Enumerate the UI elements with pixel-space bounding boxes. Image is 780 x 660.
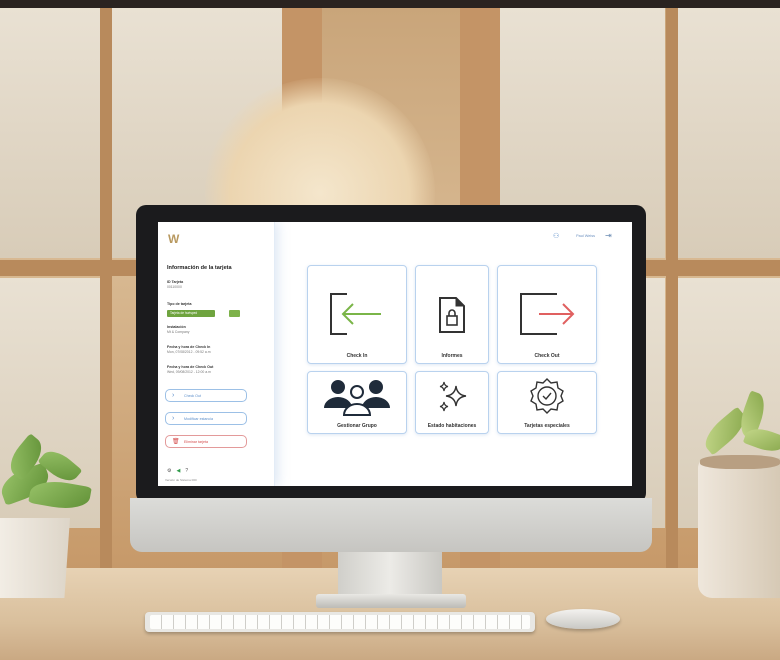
checkin-icon	[330, 293, 381, 335]
monitor-chin	[130, 498, 652, 552]
plant-pot-rim	[700, 455, 780, 469]
button-label: Modificar estancia	[184, 417, 213, 421]
monitor-foot	[316, 594, 466, 608]
flag-icon[interactable]: ◀	[176, 468, 180, 474]
checkout-icon	[520, 293, 575, 335]
chevron-right-icon: ›	[172, 415, 175, 422]
system-version: Versión de Sistema 000	[165, 478, 197, 482]
mouse	[546, 609, 620, 629]
button-label: Eliminar tarjeta	[184, 440, 208, 444]
trash-icon: 🗑	[172, 439, 180, 445]
card-icon	[229, 310, 240, 317]
user-icon[interactable]: ⚇	[553, 232, 559, 240]
tile-label: Check Out	[534, 353, 560, 359]
card-type-label: Tipo de tarjeta	[167, 302, 192, 306]
tile-label: Tarjetas especiales	[524, 423, 570, 429]
checkin-datetime-value: Mon, 07/08/2012 - 09:52 a.m	[167, 350, 211, 354]
checkin-datetime-label: Fecha y hora de Check In	[167, 345, 211, 349]
keyboard	[145, 612, 535, 632]
app-screen: W Información de la tarjeta ID Tarjeta 0…	[158, 222, 632, 486]
reports-tile[interactable]: Informes	[415, 265, 489, 364]
room-status-tile[interactable]: Estado habitaciones	[415, 371, 489, 434]
sparkles-icon	[439, 381, 467, 412]
checkout-tile[interactable]: Check Out	[497, 265, 597, 364]
manage-group-tile[interactable]: Gestionar Grupo	[307, 371, 407, 434]
installation-value: Mt & Company	[167, 330, 190, 334]
card-id-value: 00110000	[167, 285, 182, 289]
checkin-tile[interactable]: Check In	[307, 265, 407, 364]
plant-pot-left	[0, 518, 70, 598]
sidebar-checkout-button[interactable]: › Check Out	[165, 389, 247, 402]
tile-label: Informes	[441, 353, 463, 359]
tile-label: Gestionar Grupo	[337, 423, 377, 429]
special-cards-tile[interactable]: Tarjetas especiales	[497, 371, 597, 434]
app-logo[interactable]: W	[168, 232, 179, 246]
chevron-right-icon: ›	[172, 392, 175, 399]
installation-label: Instalación	[167, 325, 186, 329]
tile-label: Estado habitaciones	[427, 423, 477, 429]
card-id-label: ID Tarjeta	[167, 280, 184, 284]
card-type-badge: Tarjeta de huésped	[167, 310, 215, 317]
window-beam	[666, 8, 678, 568]
settings-icon[interactable]: ⚙	[167, 468, 171, 474]
window-pane	[0, 8, 100, 258]
card-info-sidebar: W Información de la tarjeta ID Tarjeta 0…	[158, 222, 275, 486]
checkout-datetime-label: Fecha y hora de Check Out	[167, 365, 214, 369]
footer-icons: ⚙ ◀?	[167, 468, 193, 474]
window-pane	[678, 8, 780, 258]
user-name[interactable]: Paul Weiss	[576, 234, 595, 238]
checkout-datetime-value: Wed, 09/08/2012 - 12:00 a.m	[167, 370, 211, 374]
window-beam	[100, 8, 112, 568]
delete-card-button[interactable]: 🗑 Eliminar tarjeta	[165, 435, 247, 448]
plant-pot-right	[698, 458, 780, 598]
report-lock-icon	[439, 297, 465, 333]
help-icon[interactable]: ?	[185, 468, 188, 474]
monitor-stand	[338, 552, 442, 596]
tile-label: Check In	[346, 353, 368, 359]
group-icon	[324, 380, 390, 416]
sidebar-title: Información de la tarjeta	[167, 265, 232, 271]
logout-icon[interactable]: ⇥	[605, 231, 612, 240]
modify-stay-button[interactable]: › Modificar estancia	[165, 412, 247, 425]
button-label: Check Out	[184, 394, 201, 398]
badge-check-icon	[530, 378, 564, 414]
